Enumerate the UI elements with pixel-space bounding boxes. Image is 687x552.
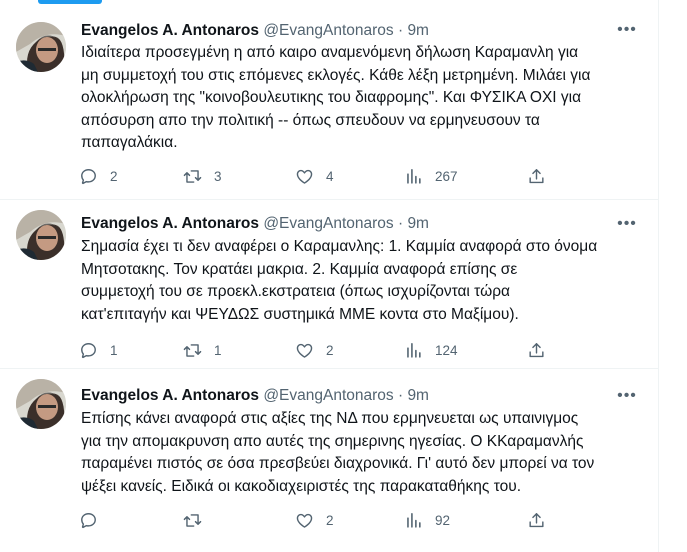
tweet-text-line: παραμένει πιστός σε όσα πρεσβεύει διαχρο… [81, 455, 595, 472]
retweet-icon [183, 341, 202, 360]
tweet-text-line: μη συμμετοχή του στις επόμενες εκλογές. … [81, 66, 591, 84]
retweet-icon [183, 511, 202, 530]
share-button[interactable] [527, 509, 546, 531]
reply-button[interactable]: 1 [79, 339, 118, 361]
share-icon [527, 341, 546, 360]
retweet-count: 1 [214, 342, 222, 358]
separator-dot: · [393, 387, 408, 404]
separator-dot: · [393, 22, 408, 39]
action-bar: 2 3 4 267 [79, 165, 559, 187]
retweet-button[interactable]: 1 [183, 339, 222, 361]
tweet[interactable]: Evangelos A. Antonaros @EvangAntonaros ·… [0, 369, 658, 552]
retweet-icon [183, 167, 202, 186]
like-icon [295, 511, 314, 530]
tweet-text: Ιδιαίτερα προσεγμένη η από καιρο αναμενό… [81, 42, 641, 155]
action-bar: 1 1 2 124 [79, 339, 559, 361]
tweet-text-line: απόσυρση απο την πολιτική -- όπως σπευδο… [81, 111, 540, 129]
action-bar: 2 92 [79, 509, 559, 531]
separator-dot: · [393, 215, 408, 232]
more-options-icon[interactable]: ••• [616, 386, 638, 406]
views-icon [404, 167, 423, 186]
tweet-header: Evangelos A. Antonaros @EvangAntonaros ·… [81, 214, 429, 234]
author-handle[interactable]: @EvangAntonaros [263, 215, 393, 232]
tweet-text-line: Σημασία έχει τι δεν αναφέρει ο Καραμανλη… [81, 238, 598, 255]
more-options-icon[interactable]: ••• [616, 20, 638, 40]
reply-count: 2 [110, 168, 118, 184]
avatar[interactable] [16, 379, 66, 429]
like-button[interactable]: 2 [295, 339, 334, 361]
tweet-text-line: Ιδιαίτερα προσεγμένη η από καιρο αναμενό… [81, 44, 579, 61]
author-handle[interactable]: @EvangAntonaros [263, 22, 393, 39]
tweet-text: Σημασία έχει τι δεν αναφέρει ο Καραμανλη… [81, 236, 641, 326]
reply-icon [79, 341, 98, 360]
timestamp[interactable]: 9m [407, 387, 429, 404]
tweet-text-line: Μητσοτακης. Τον κρατάει μακρια. 2. Καμμί… [81, 260, 518, 278]
reply-button[interactable] [79, 509, 110, 531]
views-count: 92 [435, 512, 451, 528]
retweet-button[interactable]: 3 [183, 165, 222, 187]
author-name[interactable]: Evangelos A. Antonaros [81, 22, 259, 39]
views-count: 124 [435, 342, 458, 358]
author-handle[interactable]: @EvangAntonaros [263, 387, 393, 404]
tweet-text-line: ψέξει κανείς. Ειδικά οι κακοδιαχειριστές… [81, 477, 521, 495]
more-options-icon[interactable]: ••• [616, 214, 638, 234]
retweet-button[interactable] [183, 509, 214, 531]
views-icon [404, 511, 423, 530]
like-count: 2 [326, 342, 334, 358]
like-icon [295, 341, 314, 360]
author-name[interactable]: Evangelos A. Antonaros [81, 387, 259, 404]
reply-button[interactable]: 2 [79, 165, 118, 187]
tweet-header: Evangelos A. Antonaros @EvangAntonaros ·… [81, 386, 429, 406]
avatar[interactable] [16, 210, 66, 260]
tweet-header: Evangelos A. Antonaros @EvangAntonaros ·… [81, 21, 429, 41]
share-icon [527, 511, 546, 530]
share-button[interactable] [527, 165, 546, 187]
tweet[interactable]: Evangelos A. Antonaros @EvangAntonaros ·… [0, 0, 658, 200]
like-button[interactable]: 2 [295, 509, 334, 531]
views-button[interactable]: 267 [404, 165, 458, 187]
reply-count: 1 [110, 342, 118, 358]
tweet-text-line: παπαγαλάκια. [81, 134, 178, 151]
tweet-text-line: για την απομακρυνση απο αυτές της σημερι… [81, 432, 584, 450]
tweet-text-line: συμμετοχή του σε προεκλ.εκστρατεια (όπως… [81, 283, 510, 300]
tweet-text-line: Επίσης κάνει αναφορά στις αξίες της ΝΔ π… [81, 410, 579, 427]
like-button[interactable]: 4 [295, 165, 334, 187]
views-button[interactable]: 92 [404, 509, 450, 531]
tweet-text-line: ολοκλήρωση της "κοινοβουλευτικης του δια… [81, 89, 582, 106]
views-count: 267 [435, 168, 458, 184]
views-icon [404, 341, 423, 360]
author-name[interactable]: Evangelos A. Antonaros [81, 215, 259, 232]
timestamp[interactable]: 9m [407, 215, 429, 232]
like-icon [295, 167, 314, 186]
timeline: Evangelos A. Antonaros @EvangAntonaros ·… [0, 0, 659, 552]
share-icon [527, 167, 546, 186]
tweet[interactable]: Evangelos A. Antonaros @EvangAntonaros ·… [0, 200, 658, 369]
tweet-text-line: κατ'επιταγήν και ΨΕΥΔΩΣ συστημικά ΜΜΕ κο… [81, 305, 519, 323]
timestamp[interactable]: 9m [407, 22, 429, 39]
reply-icon [79, 511, 98, 530]
views-button[interactable]: 124 [404, 339, 458, 361]
reply-icon [79, 167, 98, 186]
share-button[interactable] [527, 339, 546, 361]
like-count: 4 [326, 168, 334, 184]
like-count: 2 [326, 512, 334, 528]
avatar[interactable] [16, 22, 66, 72]
tweet-text: Επίσης κάνει αναφορά στις αξίες της ΝΔ π… [81, 408, 641, 498]
retweet-count: 3 [214, 168, 222, 184]
